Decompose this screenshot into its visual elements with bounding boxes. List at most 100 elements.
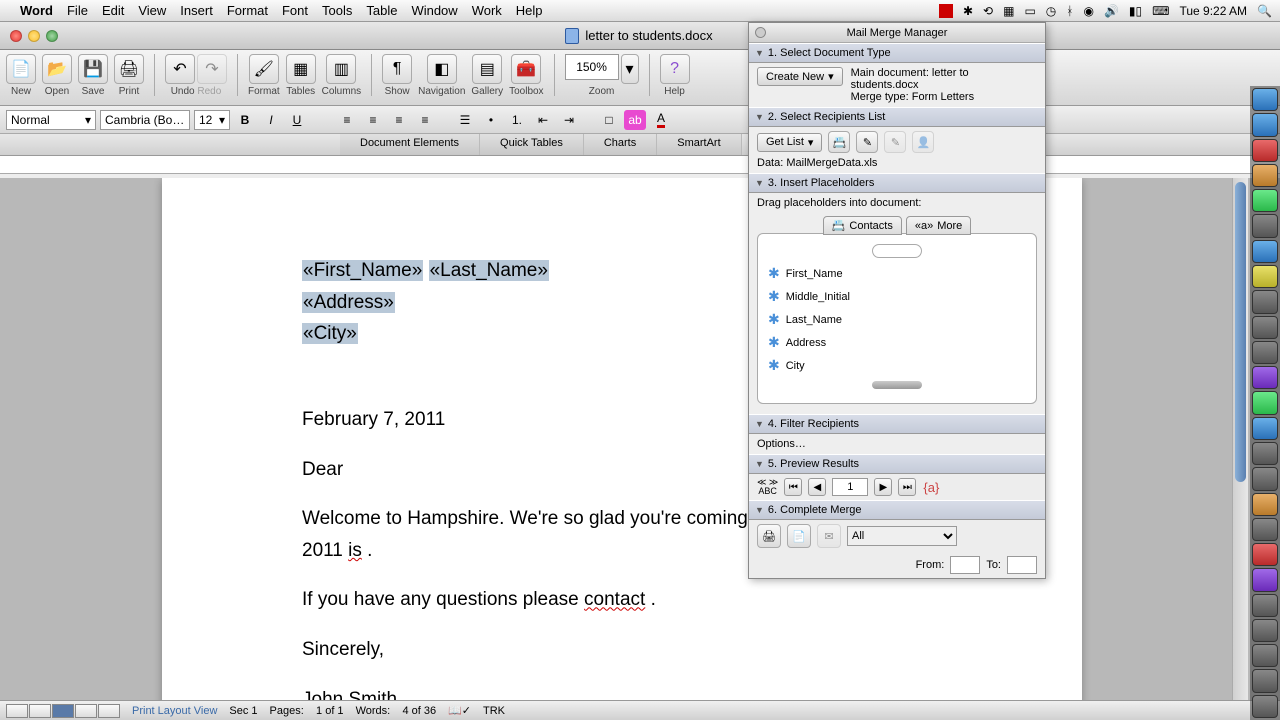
tab-document-elements[interactable]: Document Elements — [340, 134, 480, 155]
placeholder-address[interactable]: ✱Address — [758, 331, 1036, 354]
vertical-scrollbar[interactable] — [1232, 178, 1248, 700]
new-button[interactable]: 📄 — [6, 54, 36, 84]
dock-app-15[interactable] — [1252, 442, 1278, 465]
dock-app-19[interactable] — [1252, 543, 1278, 566]
font-color-button[interactable]: A — [650, 110, 672, 130]
dock-app-10[interactable] — [1252, 316, 1278, 339]
merge-to-printer-button[interactable]: 🖨 — [757, 524, 781, 548]
placeholder-search[interactable] — [872, 244, 922, 258]
dock-app-16[interactable] — [1252, 467, 1278, 490]
grid-icon[interactable]: ▦ — [1003, 4, 1014, 18]
dock-app-2[interactable] — [1252, 113, 1278, 136]
mmm-titlebar[interactable]: Mail Merge Manager — [749, 23, 1045, 43]
show-button[interactable]: ¶ — [382, 54, 412, 84]
merge-field-address[interactable]: «Address» — [302, 292, 395, 313]
placeholder-city[interactable]: ✱City — [758, 354, 1036, 377]
mmm-close-button[interactable] — [755, 27, 766, 38]
dock-app-3[interactable] — [1252, 139, 1278, 162]
more-tab[interactable]: «a» More — [906, 216, 971, 235]
dock-app-8[interactable] — [1252, 265, 1278, 288]
ruler[interactable] — [0, 156, 1280, 174]
tab-quick-tables[interactable]: Quick Tables — [480, 134, 584, 155]
options-link[interactable]: Options… — [757, 438, 806, 450]
dock-app-23[interactable] — [1252, 644, 1278, 667]
volume-icon[interactable]: 🔊 — [1104, 4, 1119, 18]
print-button[interactable]: 🖨 — [114, 54, 144, 84]
dock-app-17[interactable] — [1252, 493, 1278, 516]
clock[interactable]: Tue 9:22 AM — [1179, 4, 1247, 18]
highlight-button[interactable]: ab — [624, 110, 646, 130]
align-right-button[interactable]: ≡ — [388, 110, 410, 130]
open-data-source-icon[interactable]: 📇 — [828, 131, 850, 153]
record-number-input[interactable] — [832, 478, 868, 496]
help-button[interactable]: ? — [660, 54, 690, 84]
list-scroll-indicator[interactable] — [872, 381, 922, 389]
mmm-section-5[interactable]: ▼5. Preview Results — [749, 454, 1045, 474]
keyboard-icon[interactable]: ⌨ — [1152, 4, 1169, 18]
get-list-button[interactable]: Get List ▾ — [757, 133, 822, 152]
dock-app-18[interactable] — [1252, 518, 1278, 541]
dock-trash[interactable] — [1252, 695, 1278, 718]
last-record-button[interactable]: ⏭ — [898, 478, 916, 496]
underline-button[interactable]: U — [286, 110, 308, 130]
next-record-button[interactable]: ▶ — [874, 478, 892, 496]
app-name[interactable]: Word — [20, 3, 53, 18]
indent-button[interactable]: ⇥ — [558, 110, 580, 130]
gallery-button[interactable]: ▤ — [472, 54, 502, 84]
menu-window[interactable]: Window — [411, 3, 457, 18]
dock-app-22[interactable] — [1252, 619, 1278, 642]
placeholder-last-name[interactable]: ✱Last_Name — [758, 308, 1036, 331]
dock-app-1[interactable] — [1252, 88, 1278, 111]
first-record-button[interactable]: ⏮ — [784, 478, 802, 496]
navigation-button[interactable]: ◧ — [427, 54, 457, 84]
dock-app-13[interactable] — [1252, 391, 1278, 414]
placeholder-first-name[interactable]: ✱First_Name — [758, 262, 1036, 285]
zoom-value[interactable]: 150% — [565, 54, 619, 80]
dock-app-20[interactable] — [1252, 568, 1278, 591]
merge-field-first-name[interactable]: «First_Name» — [302, 260, 423, 281]
border-button[interactable]: □ — [598, 110, 620, 130]
italic-button[interactable]: I — [260, 110, 282, 130]
outdent-button[interactable]: ⇤ — [532, 110, 554, 130]
minimize-button[interactable] — [28, 30, 40, 42]
justify-button[interactable]: ≡ — [414, 110, 436, 130]
view-buttons[interactable] — [6, 704, 120, 718]
menu-tools[interactable]: Tools — [322, 3, 352, 18]
numbering-button[interactable]: 1. — [506, 110, 528, 130]
columns-button[interactable]: ▥ — [326, 54, 356, 84]
status-red-icon[interactable] — [939, 4, 953, 18]
placeholder-middle-initial[interactable]: ✱Middle_Initial — [758, 285, 1036, 308]
merge-field-city[interactable]: «City» — [302, 323, 358, 344]
dock-app-24[interactable] — [1252, 669, 1278, 692]
prev-record-button[interactable]: ◀ — [808, 478, 826, 496]
menu-file[interactable]: File — [67, 3, 88, 18]
redo-button[interactable]: ↷ — [197, 54, 227, 84]
dock-app-14[interactable] — [1252, 417, 1278, 440]
timemachine-icon[interactable]: ◷ — [1046, 4, 1056, 18]
evernote-icon[interactable]: ✱ — [963, 4, 973, 18]
battery-icon[interactable]: ▮▯ — [1129, 4, 1142, 18]
bluetooth-icon[interactable]: ᚼ — [1066, 4, 1073, 18]
spotlight-icon[interactable]: 🔍 — [1257, 4, 1272, 18]
mmm-section-1[interactable]: ▼1. Select Document Type — [749, 43, 1045, 63]
dock-app-6[interactable] — [1252, 214, 1278, 237]
menu-view[interactable]: View — [138, 3, 166, 18]
align-center-button[interactable]: ≡ — [362, 110, 384, 130]
to-input[interactable] — [1007, 556, 1037, 574]
tab-smartart[interactable]: SmartArt — [657, 134, 741, 155]
menu-help[interactable]: Help — [516, 3, 543, 18]
undo-button[interactable]: ↶ — [165, 54, 195, 84]
from-input[interactable] — [950, 556, 980, 574]
open-button[interactable]: 📂 — [42, 54, 72, 84]
menu-table[interactable]: Table — [366, 3, 397, 18]
menu-edit[interactable]: Edit — [102, 3, 124, 18]
align-left-button[interactable]: ≡ — [336, 110, 358, 130]
menu-work[interactable]: Work — [472, 3, 502, 18]
merge-field-last-name[interactable]: «Last_Name» — [429, 260, 549, 281]
dock-app-9[interactable] — [1252, 290, 1278, 313]
tab-charts[interactable]: Charts — [584, 134, 657, 155]
style-select[interactable]: Normal ▾ — [6, 110, 96, 130]
mmm-section-6[interactable]: ▼6. Complete Merge — [749, 500, 1045, 520]
menu-font[interactable]: Font — [282, 3, 308, 18]
wifi-icon[interactable]: ◉ — [1083, 4, 1093, 18]
